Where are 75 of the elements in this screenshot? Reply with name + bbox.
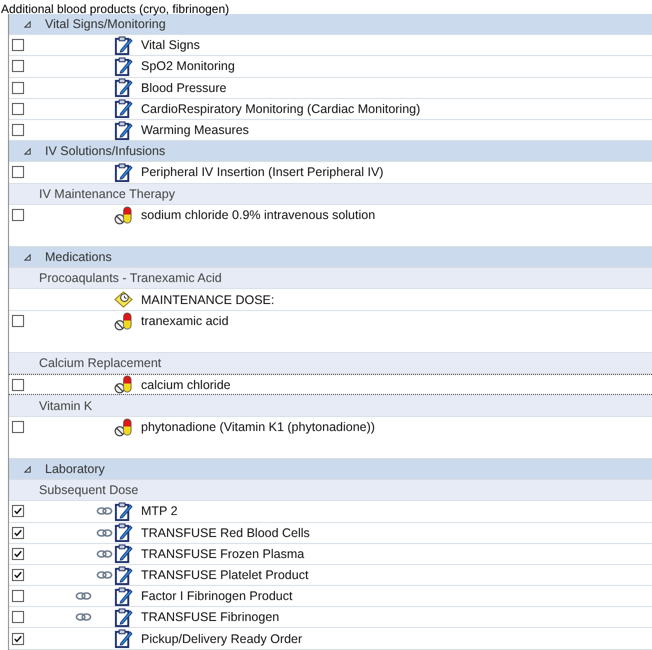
category-header[interactable]: Medications	[9, 247, 652, 268]
order-label: TRANSFUSE Platelet Product	[141, 568, 308, 582]
order-row[interactable]: Factor I Fibrinogen Product	[9, 586, 652, 608]
order-row[interactable]: Pickup/Delivery Ready Order	[9, 628, 652, 650]
checkbox[interactable]	[12, 82, 24, 94]
pill-icon	[114, 312, 133, 331]
checkbox[interactable]	[12, 315, 24, 328]
order-label: Peripheral IV Insertion (Insert Peripheral IV)	[141, 165, 384, 180]
category-header[interactable]: Vital Signs/Monitoring	[9, 14, 652, 36]
checkbox[interactable]	[12, 39, 24, 52]
subcategory-label: Procoaqulants - Tranexamic Acid	[39, 271, 222, 286]
sticky-note-clock-icon	[114, 290, 133, 310]
category-header[interactable]: Laboratory	[9, 458, 652, 480]
clipboard-pencil-icon	[114, 566, 133, 585]
checkbox[interactable]	[12, 548, 24, 560]
clipboard-pencil-icon	[114, 36, 133, 55]
clipboard-pencil-icon	[114, 56, 133, 76]
order-label: Blood Pressure	[141, 80, 226, 95]
collapse-icon[interactable]	[23, 252, 32, 262]
checkbox[interactable]	[12, 632, 24, 645]
order-label: Pickup/Delivery Ready Order	[141, 632, 302, 646]
collapse-icon[interactable]	[23, 146, 32, 156]
subcategory-label: IV Maintenance Therapy	[39, 186, 175, 201]
clipboard-pencil-icon	[114, 120, 133, 140]
clipboard-pencil-icon	[114, 162, 133, 182]
order-label: calcium chloride	[141, 378, 231, 392]
checkbox[interactable]	[12, 102, 24, 115]
subcategory-label: Vitamin K	[39, 398, 92, 412]
checkbox[interactable]	[12, 124, 24, 136]
clipboard-pencil-icon	[114, 78, 133, 98]
collapse-icon[interactable]	[23, 20, 32, 29]
order-label: Vital Signs	[141, 38, 200, 52]
checkbox[interactable]	[12, 590, 24, 602]
order-row[interactable]: Vital Signs	[9, 35, 652, 56]
checkbox[interactable]	[12, 378, 24, 391]
order-label: TRANSFUSE Fibrinogen	[141, 610, 280, 624]
order-label: SpO2 Monitoring	[141, 59, 235, 74]
order-label: MTP 2	[141, 504, 178, 518]
clipboard-pencil-icon	[114, 502, 133, 521]
order-row[interactable]: MTP 2	[9, 501, 652, 523]
collapse-icon[interactable]	[23, 464, 32, 474]
order-label: phytonadione (Vitamin K1 (phytonadione))	[141, 420, 375, 434]
clipboard-pencil-icon	[114, 99, 133, 118]
checkbox[interactable]	[12, 611, 24, 624]
checkbox[interactable]	[12, 421, 24, 434]
order-row[interactable]: TRANSFUSE Frozen Plasma	[9, 544, 652, 565]
clipboard-pencil-icon	[114, 586, 133, 606]
order-label: Warming Measures	[141, 123, 249, 138]
page-heading: Additional blood products (cryo, fibrinogen)	[0, 2, 230, 16]
subcategory-label: Subsequent Dose	[39, 483, 138, 498]
order-row[interactable]: CardioRespiratory Monitoring (Cardiac Monitoring)	[9, 98, 652, 120]
order-label: TRANSFUSE Frozen Plasma	[141, 546, 304, 561]
order-label: MAINTENANCE DOSE:	[141, 292, 274, 307]
clipboard-pencil-icon	[114, 608, 133, 627]
checkbox[interactable]	[12, 60, 24, 72]
checkbox[interactable]	[12, 505, 24, 518]
order-label: CardioRespiratory Monitoring (Cardiac Monitoring)	[141, 102, 420, 116]
subcategory-label: Calcium Replacement	[39, 356, 162, 370]
order-row[interactable]: TRANSFUSE Red Blood Cells	[9, 522, 652, 544]
order-row[interactable]: MAINTENANCE DOSE:	[9, 289, 652, 311]
clipboard-pencil-icon	[114, 523, 133, 542]
order-label: tranexamic acid	[141, 314, 229, 328]
order-row[interactable]: Blood Pressure	[9, 78, 652, 99]
clipboard-pencil-icon	[114, 544, 133, 564]
order-label: TRANSFUSE Red Blood Cells	[141, 526, 310, 540]
checkbox[interactable]	[12, 569, 24, 582]
checkbox[interactable]	[12, 526, 24, 539]
checkbox[interactable]	[12, 166, 24, 178]
category-header[interactable]: IV Solutions/Infusions	[9, 141, 652, 162]
order-label: Factor I Fibrinogen Product	[141, 589, 292, 604]
order-row[interactable]: TRANSFUSE Platelet Product	[9, 564, 652, 586]
order-row[interactable]: SpO2 Monitoring	[9, 56, 652, 78]
order-row[interactable]: TRANSFUSE Fibrinogen	[9, 607, 652, 628]
checkbox[interactable]	[12, 209, 24, 222]
order-label: sodium chloride 0.9% intravenous solution	[141, 208, 376, 222]
